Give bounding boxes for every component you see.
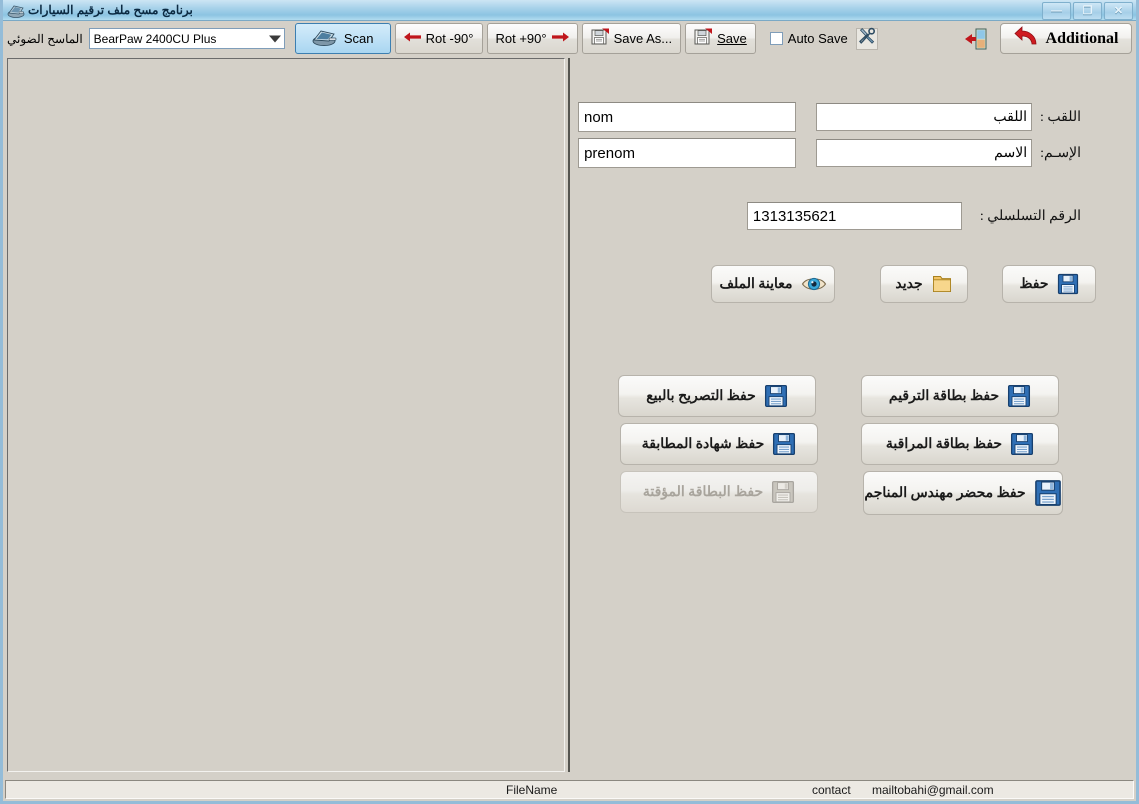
chevron-down-icon [268,35,281,42]
scanner-icon [7,2,25,19]
save-record-label: حفظ [1019,276,1049,292]
undo-arrow-icon [1013,25,1040,52]
firstname-arabic-input[interactable]: الاسم [816,139,1033,167]
minimize-button[interactable]: — [1042,2,1071,20]
form-panel: اللقب : اللقب nom الإسـم: الاسم prenom ا… [571,58,1136,772]
save-control-card-label: حفظ بطاقة المراقبة [885,436,1003,452]
save-mining-engineer-report-button[interactable]: حفظ محضر مهندس المناجم [863,471,1063,515]
save-label: Save [717,31,747,46]
scanner-label: الماسح الضوئي [7,31,83,46]
status-bar-inner: FileName contact mailtobahi@gmail.com [5,780,1134,799]
preview-file-label: معاينة الملف [719,276,793,292]
save-temporary-card-label: حفظ البطاقة المؤقتة [642,484,764,500]
floppy-save-icon [1034,479,1062,507]
minimize-icon: — [1051,4,1062,17]
new-record-button[interactable]: جديد [880,265,968,303]
tools-icon [858,27,876,50]
save-temporary-card-button[interactable]: حفظ البطاقة المؤقتة [620,471,818,513]
save-sale-declaration-label: حفظ التصريح بالبيع [646,388,756,404]
save-conformity-certificate-label: حفظ شهادة المطابقة [641,436,765,452]
arrow-left-icon [403,31,422,46]
floppy-save-icon [772,432,796,456]
status-filename: FileName [506,782,558,797]
additional-button-label: Additional [1045,29,1119,47]
image-preview-panel[interactable] [7,58,565,772]
firstname-latin-input[interactable]: prenom [578,138,797,168]
save-record-button[interactable]: حفظ [1002,265,1096,303]
save-registration-card-button[interactable]: حفظ بطاقة الترقيم [861,375,1059,417]
title-bar: برنامج مسح ملف ترقيم السيارات — ❐ ✕ [3,0,1136,21]
floppy-save-icon [1010,432,1034,456]
serial-label: الرقم التسلسلي : [979,208,1081,224]
save-registration-card-label: حفظ بطاقة الترقيم [888,388,1000,404]
save-conformity-certificate-button[interactable]: حفظ شهادة المطابقة [620,423,818,465]
eye-preview-icon [801,274,827,294]
scanner-icon [312,27,338,50]
preview-file-button[interactable]: معاينة الملف [711,265,835,303]
lastname-arabic-input[interactable]: اللقب [815,103,1032,131]
client-area: اللقب : اللقب nom الإسـم: الاسم prenom ا… [3,56,1136,774]
status-bar: FileName contact mailtobahi@gmail.com [3,777,1136,801]
lastname-latin-input[interactable]: nom [577,102,796,132]
status-contact-label: contact [812,782,851,797]
field-row-serial: الرقم التسلسلي : 1313135621 [746,202,1081,230]
window-title: برنامج مسح ملف ترقيم السيارات [28,3,193,17]
rotate-left-button[interactable]: Rot -90° [394,23,483,54]
scan-button[interactable]: Scan [294,23,391,54]
lastname-latin-value: nom [583,108,614,126]
window-controls: — ❐ ✕ [1042,2,1133,20]
save-as-button[interactable]: Save As... [581,23,682,54]
arrow-right-icon [551,31,569,46]
save-icon [694,28,713,49]
maximize-button[interactable]: ❐ [1073,2,1102,20]
close-button[interactable]: ✕ [1104,2,1133,20]
additional-button[interactable]: Additional [1000,23,1132,54]
floppy-save-icon [1007,384,1031,408]
firstname-arabic-value: الاسم [994,145,1028,161]
close-icon: ✕ [1113,4,1124,17]
field-row-firstname: الإسـم: الاسم prenom [578,138,1081,168]
rotate-left-label: Rot -90° [425,31,474,46]
auto-save-control[interactable]: Auto Save [769,31,848,46]
save-button[interactable]: Save [685,23,756,54]
exit-door-icon[interactable] [962,25,990,53]
scan-button-label: Scan [343,31,374,46]
lastname-label: اللقب : [1039,109,1081,125]
save-mining-engineer-report-label: حفظ محضر مهندس المناجم [864,485,1026,501]
panel-divider [568,58,570,772]
save-as-label: Save As... [613,31,673,46]
floppy-save-icon [771,480,795,504]
tools-button[interactable] [855,27,878,50]
lastname-arabic-value: اللقب [993,109,1027,125]
field-row-lastname: اللقب : اللقب nom [577,102,1081,132]
toolbar: الماسح الضوئي BearPaw 2400CU Plus Scan R… [3,21,1136,56]
firstname-latin-value: prenom [584,144,635,162]
serial-input[interactable]: 1313135621 [746,202,962,230]
status-contact-value: mailtobahi@gmail.com [872,782,994,797]
save-control-card-button[interactable]: حفظ بطاقة المراقبة [861,423,1059,465]
scanner-select[interactable]: BearPaw 2400CU Plus [88,28,285,49]
rotate-right-label: Rot +90° [495,31,547,46]
scanner-select-value: BearPaw 2400CU Plus [93,31,217,46]
auto-save-label: Auto Save [787,31,848,46]
maximize-icon: ❐ [1082,4,1093,17]
floppy-save-icon [1057,273,1079,295]
floppy-save-icon [764,384,788,408]
new-record-label: جديد [895,276,923,292]
save-as-icon [591,28,610,49]
toolbar-right-group: Additional [962,23,1132,54]
save-sale-declaration-button[interactable]: حفظ التصريح بالبيع [618,375,816,417]
auto-save-checkbox[interactable] [769,32,783,45]
firstname-label: الإسـم: [1040,145,1081,161]
application-window: برنامج مسح ملف ترقيم السيارات — ❐ ✕ الما… [0,0,1139,804]
folder-new-icon [931,273,953,295]
rotate-right-button[interactable]: Rot +90° [486,23,578,54]
serial-value: 1313135621 [752,207,837,225]
